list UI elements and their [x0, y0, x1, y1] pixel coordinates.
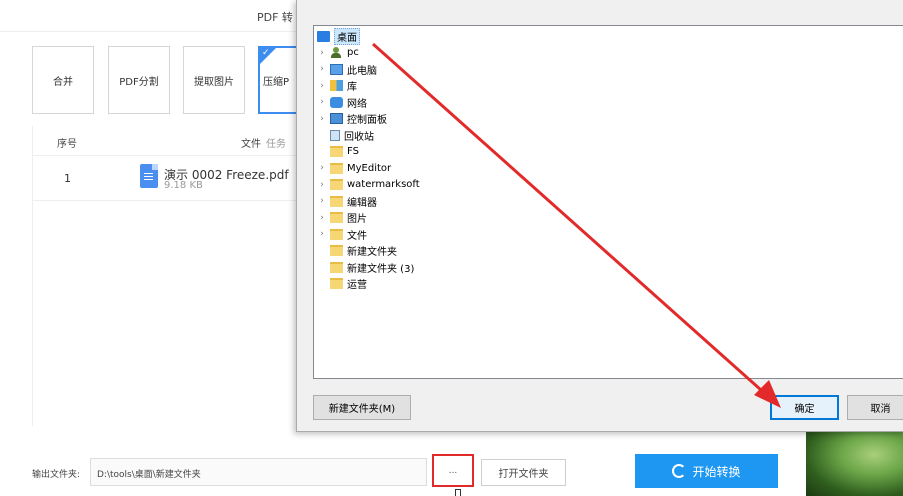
chevron-right-icon[interactable]: › [317, 163, 327, 173]
recycle-bin-icon [330, 129, 340, 141]
tree-item-label: 编辑器 [347, 197, 377, 209]
mouse-cursor-icon [455, 489, 461, 496]
user-icon [330, 47, 343, 58]
library-icon [330, 80, 343, 91]
chevron-right-icon[interactable]: › [317, 114, 327, 124]
cancel-button[interactable]: 取消 [847, 395, 903, 420]
tree-item-label: 网络 [347, 98, 367, 110]
tree-item[interactable]: › 图片 [317, 210, 367, 226]
tool-compress-button[interactable]: ✓ 压缩P [258, 46, 298, 114]
tree-item-label: 图片 [347, 214, 367, 225]
chevron-right-icon[interactable]: › [317, 196, 327, 206]
tree-item[interactable]: 回收站 [317, 127, 374, 143]
tool-split-label: PDF分割 [119, 76, 159, 88]
output-path-field[interactable]: D:\tools\桌面\新建文件夹 [90, 458, 427, 486]
folder-icon [330, 278, 343, 289]
tree-item[interactable]: › 控制面板 [317, 111, 387, 127]
header-divider [32, 155, 302, 156]
chevron-right-icon[interactable]: › [317, 229, 327, 239]
tree-item-label: 新建文件夹 [347, 247, 397, 258]
tree-item[interactable]: 新建文件夹 (3) [317, 259, 414, 275]
control-panel-icon [330, 113, 343, 124]
tree-item-label: 库 [347, 82, 357, 93]
tree-item-label: 控制面板 [347, 115, 387, 126]
refresh-icon [672, 464, 687, 478]
tool-extract-images-label: 提取图片 [194, 76, 234, 88]
new-folder-label: 新建文件夹(M) [328, 404, 396, 415]
folder-icon [330, 146, 343, 157]
folder-icon [330, 245, 343, 256]
file-size: 9.18 KB [164, 180, 203, 191]
tree-item[interactable]: › 此电脑 [317, 61, 377, 77]
tree-item-label: FS [347, 146, 359, 157]
tool-merge-button[interactable]: 合并 [32, 46, 94, 114]
tree-item[interactable]: › 网络 [317, 94, 367, 110]
tree-item-label: pc [347, 47, 359, 58]
chevron-right-icon[interactable]: › [317, 48, 327, 58]
tree-item-label: 文件 [347, 230, 367, 242]
ok-button[interactable]: 确定 [770, 395, 839, 420]
check-icon: ✓ [262, 48, 270, 58]
chevron-right-icon[interactable]: › [317, 213, 327, 223]
browse-folder-dialog: 桌面 › pc › 此电脑 › 库 › 网络 › 控制面板 回收站 FS › MyEditor › waterm… [296, 0, 903, 432]
row-divider [32, 200, 302, 201]
tool-extract-images-button[interactable]: 提取图片 [183, 46, 245, 114]
folder-icon [330, 212, 343, 223]
tool-merge-label: 合并 [53, 76, 73, 88]
tree-item[interactable]: 新建文件夹 [317, 243, 397, 259]
tree-item-label: 桌面 [334, 27, 360, 45]
cancel-label: 取消 [870, 404, 891, 415]
tree-item-label: 回收站 [344, 131, 374, 143]
tree-item[interactable]: › watermarksoft [317, 177, 420, 193]
tree-item-label: watermarksoft [347, 179, 420, 190]
tree-item-label: 新建文件夹 (3) [347, 263, 415, 275]
tree-item-label: 此电脑 [347, 65, 377, 77]
tree-item[interactable]: › 库 [317, 78, 357, 94]
start-convert-label: 开始转换 [692, 464, 741, 479]
desktop-icon [317, 30, 330, 42]
folder-icon [330, 261, 343, 273]
ok-label: 确定 [794, 404, 815, 415]
folder-icon [330, 195, 343, 207]
tree-item-label: MyEditor [347, 162, 392, 174]
open-folder-label: 打开文件夹 [498, 469, 549, 480]
computer-icon [330, 63, 343, 75]
tree-item[interactable]: FS [317, 144, 359, 160]
tree-item[interactable]: 运营 [317, 276, 367, 292]
column-file-header: 文件 [241, 139, 261, 150]
tool-compress-label: 压缩P [263, 76, 290, 88]
background-photo [806, 427, 903, 496]
chevron-right-icon[interactable]: › [317, 64, 327, 74]
open-folder-button[interactable]: 打开文件夹 [481, 459, 566, 486]
pdf-file-icon [140, 164, 158, 188]
tree-item[interactable]: 桌面 [314, 27, 360, 45]
tree-item[interactable]: › 文件 [317, 226, 367, 242]
browse-label: ... [448, 465, 458, 476]
folder-icon [330, 179, 343, 190]
tool-split-button[interactable]: PDF分割 [108, 46, 170, 114]
folder-icon [330, 228, 343, 240]
app-title: PDF 转 [257, 11, 293, 24]
chevron-right-icon[interactable]: › [317, 97, 327, 107]
start-convert-button[interactable]: 开始转换 [635, 454, 778, 488]
network-icon [330, 96, 343, 108]
column-task-header: 任务 [266, 139, 286, 150]
chevron-right-icon[interactable]: › [317, 180, 327, 190]
browse-button[interactable]: ... [432, 454, 474, 487]
row-index: 1 [64, 172, 71, 185]
chevron-right-icon[interactable]: › [317, 81, 327, 91]
tree-item[interactable]: › pc [317, 45, 359, 61]
folder-tree[interactable]: 桌面 › pc › 此电脑 › 库 › 网络 › 控制面板 回收站 FS › MyEditor › waterm… [313, 25, 903, 379]
folder-icon [330, 162, 343, 174]
output-folder-label: 输出文件夹: [32, 470, 81, 480]
tree-item-label: 运营 [347, 280, 367, 291]
column-index-header: 序号 [57, 139, 77, 150]
new-folder-button[interactable]: 新建文件夹(M) [313, 395, 411, 420]
tree-item[interactable]: › MyEditor [317, 160, 391, 176]
tree-item[interactable]: › 编辑器 [317, 193, 377, 209]
